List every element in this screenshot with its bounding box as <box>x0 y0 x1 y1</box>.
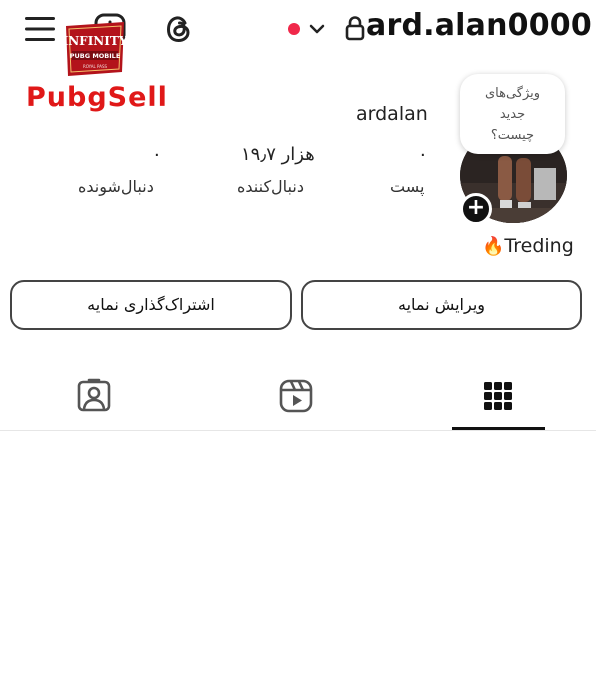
following-label[interactable]: دنبال‌شونده <box>78 177 154 196</box>
posts-label[interactable]: پست <box>390 177 424 196</box>
new-features-bubble[interactable]: ویژگی‌های جدید چیست؟ <box>460 74 565 154</box>
add-story-plus-icon[interactable]: + <box>460 193 492 225</box>
chevron-down-icon[interactable] <box>307 19 327 39</box>
share-profile-button[interactable]: اشتراک‌گذاری نمایه <box>10 280 292 330</box>
grid-icon[interactable] <box>480 378 516 414</box>
bubble-line-1: ویژگی‌های <box>484 86 541 101</box>
followers-label[interactable]: دنبال‌کننده <box>237 177 304 196</box>
following-count[interactable]: ۰ <box>152 144 162 165</box>
bubble-line-2: جدید <box>499 107 526 122</box>
pubgsell-watermark: INFINITY PUBG MOBILE ROYAL PASS PubgSell <box>22 10 172 120</box>
fire-emoji: 🔥 <box>482 236 505 257</box>
posts-count[interactable]: ۰ <box>418 144 428 165</box>
svg-text:INFINITY: INFINITY <box>63 34 128 48</box>
display-name: ardalan <box>356 103 428 125</box>
pubgsell-watermark-text: PubgSell <box>26 82 168 113</box>
bio-text: Treding <box>504 235 574 257</box>
tagged-icon[interactable] <box>76 378 112 414</box>
svg-text:PUBG MOBILE: PUBG MOBILE <box>70 52 121 60</box>
online-status-dot <box>288 23 300 35</box>
infinity-badge-logo: INFINITY PUBG MOBILE ROYAL PASS <box>63 22 128 76</box>
bubble-line-3: چیست؟ <box>490 128 535 143</box>
lock-icon <box>345 16 365 41</box>
followers-count[interactable]: ۱۹٫۷ هزار <box>241 144 315 165</box>
tabs-divider <box>0 430 596 431</box>
reels-icon[interactable] <box>278 378 314 414</box>
profile-bio: 🔥Treding <box>482 235 574 257</box>
edit-profile-button[interactable]: ویرایش نمایه <box>301 280 582 330</box>
account-username[interactable]: ard.alan0000 <box>366 8 592 43</box>
svg-text:ROYAL PASS: ROYAL PASS <box>83 64 108 69</box>
